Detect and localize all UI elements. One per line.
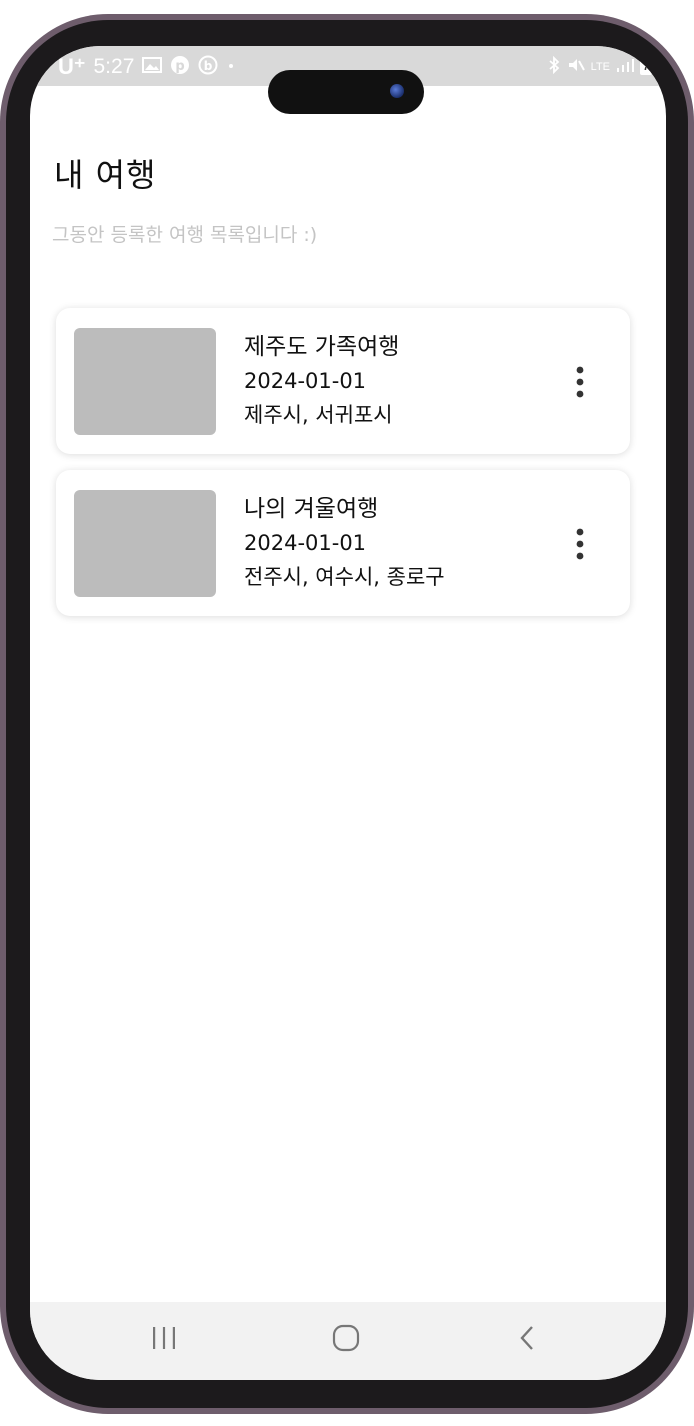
home-button[interactable] <box>316 1316 376 1360</box>
more-vert-icon <box>576 366 584 398</box>
svg-text:p: p <box>176 59 185 74</box>
trip-name: 제주도 가족여행 <box>244 334 400 360</box>
trip-places: 제주시, 서귀포시 <box>244 403 393 427</box>
more-options-button[interactable] <box>570 524 590 564</box>
lte-icon: LTE <box>590 61 610 73</box>
back-button[interactable] <box>498 1316 558 1360</box>
svg-text:b: b <box>204 59 213 73</box>
trip-info: 나의 겨울여행 2024-01-01 전주시, 여수시, 종로구 <box>244 492 445 594</box>
more-options-button[interactable] <box>570 362 590 402</box>
app-screen: U⁺ 5:27 p b LTE 7 내 여행 그동안 등록한 여행 목록입니다 … <box>30 46 666 1380</box>
status-time: 5:27 <box>93 55 135 78</box>
system-nav-bar <box>30 1302 666 1380</box>
trip-card[interactable]: 제주도 가족여행 2024-01-01 제주시, 서귀포시 <box>56 308 630 454</box>
trip-thumbnail <box>74 490 216 597</box>
camera-lens-icon <box>390 84 404 98</box>
home-icon <box>332 1324 360 1352</box>
recent-apps-icon <box>153 1327 175 1349</box>
signal-icon <box>616 57 634 77</box>
trip-thumbnail <box>74 328 216 435</box>
dot-icon <box>226 55 236 80</box>
trip-date: 2024-01-01 <box>244 531 367 555</box>
trip-date: 2024-01-01 <box>244 369 367 393</box>
bluetooth-icon <box>547 55 561 78</box>
mute-icon <box>567 56 585 78</box>
back-icon <box>520 1326 533 1350</box>
recent-apps-button[interactable] <box>134 1316 194 1360</box>
trip-name: 나의 겨울여행 <box>244 496 379 522</box>
trip-card[interactable]: 나의 겨울여행 2024-01-01 전주시, 여수시, 종로구 <box>56 470 630 616</box>
page-subtitle: 그동안 등록한 여행 목록입니다 :) <box>52 224 318 246</box>
battery-indicator: 7 <box>640 59 652 75</box>
status-left: U⁺ 5:27 p b <box>58 54 236 80</box>
trip-list: 제주도 가족여행 2024-01-01 제주시, 서귀포시 나의 겨울여행 20… <box>56 308 630 632</box>
page-title: 내 여행 <box>54 156 157 194</box>
pinterest-icon: p <box>170 55 190 80</box>
status-right: LTE 7 <box>547 55 652 78</box>
camera-notch <box>268 70 424 114</box>
b-app-icon: b <box>198 55 218 80</box>
carrier-label: U⁺ <box>58 54 86 79</box>
gallery-icon <box>142 56 163 79</box>
trip-info: 제주도 가족여행 2024-01-01 제주시, 서귀포시 <box>244 330 399 432</box>
more-vert-icon <box>576 528 584 560</box>
trip-places: 전주시, 여수시, 종로구 <box>244 565 445 589</box>
